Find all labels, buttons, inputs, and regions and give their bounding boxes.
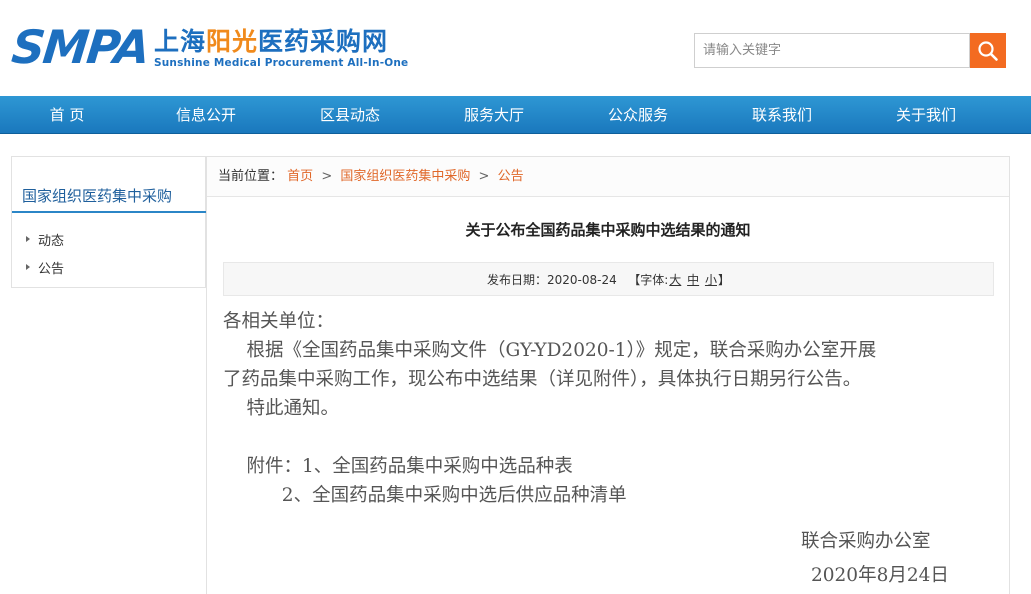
nav-contact-us[interactable]: 联系我们 bbox=[710, 96, 854, 134]
breadcrumb-national-procurement[interactable]: 国家组织医药集中采购 bbox=[340, 169, 470, 184]
sidebar-title[interactable]: 国家组织医药集中采购 bbox=[12, 183, 206, 213]
sidebar: 国家组织医药集中采购 动态 公告 bbox=[11, 156, 206, 288]
main-content: 当前位置： 首页 > 国家组织医药集中采购 > 公告 关于公布全国药品集中采购中… bbox=[206, 156, 1010, 594]
logo-smpa-text: SMPA bbox=[9, 20, 151, 74]
signature-date: 2020年8月24日 bbox=[811, 565, 949, 586]
body-line: 根据《全国药品集中采购文件（GY-YD2020-1）》规定，联合采购办公室开展 bbox=[223, 340, 877, 361]
search-input[interactable] bbox=[694, 33, 970, 68]
main-nav: 首 页 信息公开 区县动态 服务大厅 公众服务 联系我们 关于我们 bbox=[0, 96, 1031, 134]
caret-right-icon bbox=[26, 236, 30, 242]
logo-cn-part1: 上海 bbox=[154, 27, 207, 56]
font-size-prefix: 【字体: bbox=[628, 273, 669, 287]
body-line bbox=[223, 423, 995, 452]
article-meta: 发布日期：2020-08-24 【字体:大 中 小】 bbox=[223, 262, 994, 296]
logo-chinese-title: 上海阳光医药采购网 bbox=[154, 27, 408, 57]
publish-date: 发布日期：2020-08-24 bbox=[487, 273, 617, 287]
nav-info-disclosure[interactable]: 信息公开 bbox=[134, 96, 278, 134]
logo-english-subtitle: Sunshine Medical Procurement All-In-One bbox=[154, 57, 409, 69]
search-button[interactable] bbox=[970, 33, 1006, 68]
nav-district-news[interactable]: 区县动态 bbox=[278, 96, 422, 134]
sidebar-item-announcements[interactable]: 公告 bbox=[12, 253, 206, 281]
attachment-line-1[interactable]: 附件：1、全国药品集中采购中选品种表 bbox=[223, 452, 995, 481]
logo-text-block: 上海阳光医药采购网 Sunshine Medical Procurement A… bbox=[154, 27, 408, 69]
breadcrumb-prefix: 当前位置： bbox=[218, 169, 284, 184]
nav-home[interactable]: 首 页 bbox=[0, 96, 134, 134]
breadcrumb: 当前位置： 首页 > 国家组织医药集中采购 > 公告 bbox=[207, 157, 1009, 197]
sidebar-item-news[interactable]: 动态 bbox=[12, 225, 206, 253]
caret-right-icon bbox=[26, 264, 30, 270]
breadcrumb-home[interactable]: 首页 bbox=[287, 169, 313, 184]
logo-cn-part3: 医药采购网 bbox=[258, 27, 389, 56]
font-size-medium-link[interactable]: 中 bbox=[687, 273, 699, 287]
breadcrumb-separator: > bbox=[478, 169, 490, 184]
font-size-suffix: 】 bbox=[717, 273, 730, 287]
sidebar-list: 动态 公告 bbox=[12, 225, 206, 281]
search-box bbox=[694, 33, 1006, 68]
logo-cn-part2: 阳光 bbox=[206, 27, 259, 56]
nav-service-hall[interactable]: 服务大厅 bbox=[422, 96, 566, 134]
body-line: 了药品集中采购工作，现公布中选结果（详见附件），具体执行日期另行公告。 bbox=[223, 369, 862, 390]
site-logo[interactable]: SMPA 上海阳光医药采购网 Sunshine Medical Procurem… bbox=[9, 20, 408, 74]
sidebar-item-label: 公告 bbox=[38, 261, 65, 277]
body-line: 各相关单位： bbox=[223, 311, 335, 332]
breadcrumb-announcements[interactable]: 公告 bbox=[498, 169, 524, 184]
body-line: 特此通知。 bbox=[223, 398, 340, 419]
site-header: SMPA 上海阳光医药采购网 Sunshine Medical Procurem… bbox=[0, 0, 1031, 96]
font-size-large-link[interactable]: 大 bbox=[669, 273, 681, 287]
article-title: 关于公布全国药品集中采购中选结果的通知 bbox=[465, 221, 751, 239]
nav-about-us[interactable]: 关于我们 bbox=[854, 96, 998, 134]
signature-org: 联合采购办公室 bbox=[801, 531, 931, 552]
breadcrumb-separator: > bbox=[321, 169, 333, 184]
nav-public-service[interactable]: 公众服务 bbox=[566, 96, 710, 134]
article-body: 各相关单位： 根据《全国药品集中采购文件（GY-YD2020-1）》规定，联合采… bbox=[223, 307, 995, 510]
search-icon bbox=[978, 40, 998, 61]
sidebar-item-label: 动态 bbox=[38, 233, 65, 249]
font-size-small-link[interactable]: 小 bbox=[705, 273, 717, 287]
attachment-line-2[interactable]: 2、全国药品集中采购中选后供应品种清单 bbox=[223, 481, 995, 510]
